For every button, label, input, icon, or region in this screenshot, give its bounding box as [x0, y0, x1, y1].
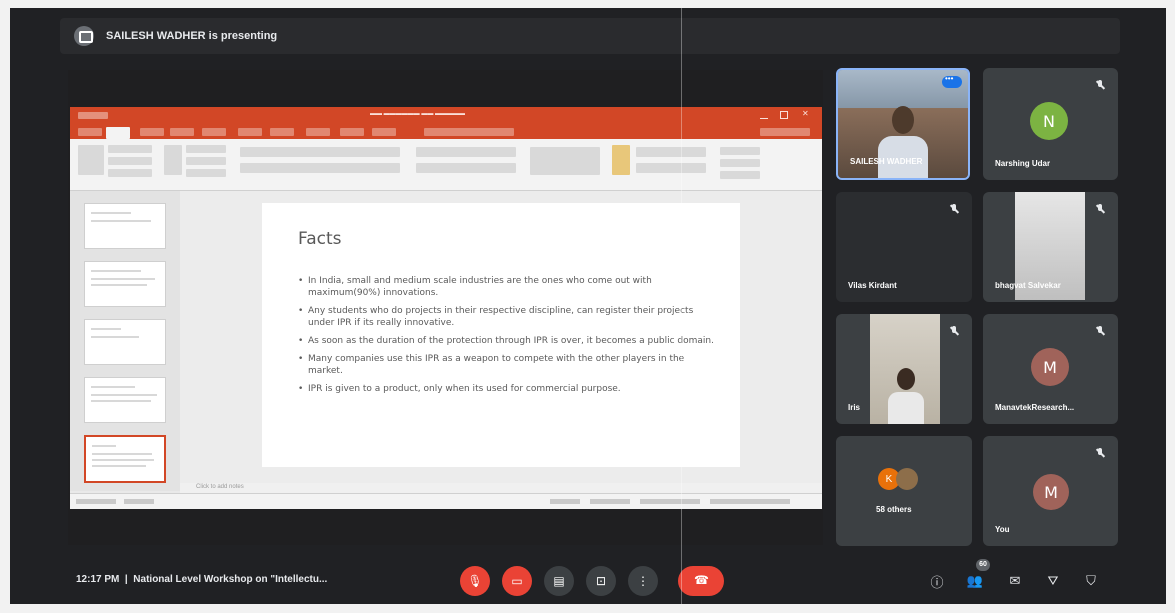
ppt-title-bar: ▬▬ ▬▬▬▬▬▬ ▬▬ ▬▬▬▬▬ ✕ — [70, 107, 822, 125]
slide-bullets: In India, small and medium scale industr… — [298, 275, 718, 401]
notes-pane[interactable]: Click to add notes — [180, 483, 822, 493]
participant-tile-presenter[interactable]: SAILESH WADHER — [836, 68, 970, 180]
photo-border — [1166, 0, 1175, 613]
participant-tile[interactable]: N Narshing Udar — [983, 68, 1118, 180]
slide-title: Facts — [298, 229, 342, 249]
mic-off-icon — [950, 204, 958, 214]
mic-off-icon: 🎙 — [467, 574, 483, 588]
others-count: 58 others — [876, 505, 912, 514]
participant-name: Narshing Udar — [995, 159, 1051, 168]
participant-tile[interactable]: M ManavtekResearch... — [983, 314, 1118, 424]
present-screen-icon: ⊡ — [595, 574, 607, 588]
participant-name: Iris — [848, 403, 861, 412]
photo-border — [0, 0, 1175, 8]
present-button[interactable]: ⊡ — [586, 566, 616, 596]
slide-bullet: Any students who do projects in their re… — [298, 305, 718, 329]
meeting-info: 12:17 PM | National Level Workshop on "I… — [76, 574, 327, 585]
participant-video — [870, 314, 940, 424]
menu-tab[interactable] — [270, 128, 294, 136]
menu-tab[interactable] — [760, 128, 810, 136]
menu-tab[interactable] — [78, 128, 102, 136]
participant-name: ManavtekResearch... — [995, 403, 1075, 412]
info-icon[interactable]: ⓘ — [926, 570, 948, 592]
mic-off-icon — [1096, 448, 1104, 458]
present-screen-icon — [74, 26, 94, 46]
avatar: M — [1031, 348, 1069, 386]
participant-tile[interactable]: bhagvat Salvekar — [983, 192, 1118, 302]
menu-tab[interactable] — [372, 128, 396, 136]
meeting-window: SAILESH WADHER is presenting ▬▬ ▬▬▬▬▬▬ ▬… — [0, 0, 1175, 613]
participant-name: You — [995, 525, 1010, 534]
minimize-icon[interactable] — [760, 111, 768, 119]
menu-tab[interactable] — [140, 128, 164, 136]
slide-bullet: In India, small and medium scale industr… — [298, 275, 718, 299]
menu-tab[interactable] — [424, 128, 514, 136]
captions-icon: ▤ — [553, 574, 565, 588]
avatar: N — [1030, 102, 1068, 140]
slide-thumbnails — [70, 191, 180, 491]
self-tile[interactable]: M You — [983, 436, 1118, 546]
ppt-ribbon — [70, 139, 822, 191]
ppt-menu-bar — [70, 125, 822, 139]
slide-thumbnail[interactable] — [84, 203, 166, 249]
slide-bullet: As soon as the duration of the protectio… — [298, 335, 718, 347]
avatar: M — [1033, 474, 1069, 510]
participant-name: bhagvat Salvekar — [995, 281, 1061, 290]
camera-toggle-button[interactable]: ▭ — [502, 566, 532, 596]
captions-button[interactable]: ▤ — [544, 566, 574, 596]
mic-off-icon — [1096, 80, 1104, 90]
participant-name: SAILESH WADHER — [850, 157, 923, 166]
slide-canvas: Facts In India, small and medium scale i… — [180, 191, 822, 491]
presenter-label: SAILESH WADHER is presenting — [106, 30, 278, 42]
participant-tile[interactable]: Vilas Kirdant — [836, 192, 972, 302]
more-options-icon: ⋮ — [637, 574, 649, 588]
slide-bullet: Many companies use this IPR as a weapon … — [298, 353, 718, 377]
photo-crease — [681, 8, 682, 604]
ppt-status-bar — [70, 493, 822, 509]
slide-bullet: IPR is given to a product, only when its… — [298, 383, 718, 395]
slide-thumbnail-current[interactable] — [84, 435, 166, 483]
menu-tab[interactable] — [340, 128, 364, 136]
chat-icon[interactable]: ✉ — [1004, 570, 1026, 592]
separator: | — [124, 574, 128, 585]
leave-call-button[interactable]: ☎ — [678, 566, 724, 596]
leave-call-icon: ☎ — [694, 573, 709, 587]
participant-video — [878, 100, 928, 178]
speaking-indicator-icon — [942, 74, 962, 88]
others-tile[interactable]: K 58 others — [836, 436, 972, 546]
participant-name: Vilas Kirdant — [848, 281, 897, 290]
mic-off-icon — [1096, 326, 1104, 336]
avatar — [896, 468, 918, 490]
activities-icon[interactable]: ⛛ — [1042, 570, 1064, 592]
close-icon[interactable]: ✕ — [802, 109, 810, 118]
menu-tab[interactable] — [306, 128, 330, 136]
maximize-icon[interactable] — [780, 111, 788, 119]
menu-tab[interactable] — [238, 128, 262, 136]
meeting-title: National Level Workshop on "Intellectu..… — [133, 574, 328, 585]
camera-off-icon: ▭ — [511, 574, 523, 588]
menu-tab[interactable] — [202, 128, 226, 136]
powerpoint-window: ▬▬ ▬▬▬▬▬▬ ▬▬ ▬▬▬▬▬ ✕ Facts • In India, s… — [70, 107, 822, 509]
current-slide[interactable]: Facts In India, small and medium scale i… — [262, 203, 740, 467]
notes-placeholder: Click to add notes — [196, 484, 244, 490]
more-options-button[interactable]: ⋮ — [628, 566, 658, 596]
control-bar: 12:17 PM | National Level Workshop on "I… — [60, 556, 1120, 604]
menu-tab[interactable] — [170, 128, 194, 136]
participant-tile[interactable]: Iris — [836, 314, 972, 424]
photo-border — [0, 604, 1175, 613]
menu-tab-home[interactable] — [106, 127, 130, 139]
people-count-badge: 60 — [976, 559, 990, 571]
mic-off-icon — [1096, 204, 1104, 214]
mic-toggle-button[interactable]: 🎙 — [460, 566, 490, 596]
photo-border — [0, 0, 10, 613]
slide-thumbnail[interactable] — [84, 377, 166, 423]
people-icon[interactable]: 👥 — [964, 570, 986, 592]
presenter-banner: SAILESH WADHER is presenting — [60, 18, 1120, 54]
ppt-title: ▬▬ ▬▬▬▬▬▬ ▬▬ ▬▬▬▬▬ — [370, 111, 466, 117]
slide-thumbnail[interactable] — [84, 319, 166, 365]
mic-off-icon — [950, 326, 958, 336]
clock: 12:17 PM — [76, 574, 120, 585]
slide-thumbnail[interactable] — [84, 261, 166, 307]
host-controls-icon[interactable]: ⛉ — [1080, 570, 1102, 592]
